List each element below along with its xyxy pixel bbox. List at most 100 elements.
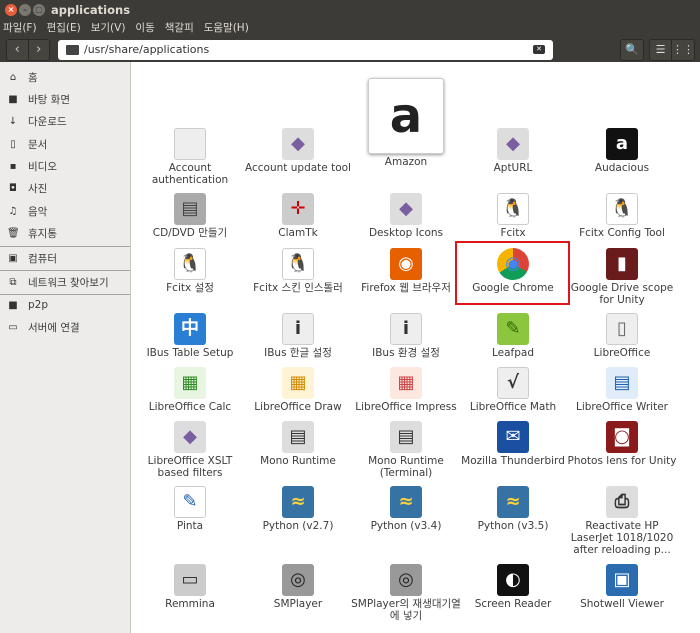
toolbar: ‹ › /usr/share/applications ✕ 🔍 ☰ ⋮⋮ (0, 38, 700, 62)
app-libreoffice-xslt-based-filters[interactable]: ◆ LibreOffice XSLT based filters (134, 421, 246, 479)
folder-icon: ■ (8, 93, 18, 105)
app-account-update-tool[interactable]: ◆ Account update tool (242, 128, 354, 174)
minimize-button[interactable]: – (19, 4, 31, 16)
app-icon: ◆ (497, 128, 529, 160)
app-cd-dvd[interactable]: ▤ CD/DVD 만들기 (134, 193, 246, 239)
app-label: AptURL (493, 162, 533, 174)
app-fcitx[interactable]: 🐧 Fcitx 설정 (134, 248, 246, 294)
app-label: LibreOffice XSLT based filters (147, 455, 233, 479)
app-icon: ▦ (390, 367, 422, 399)
sidebar-item-music[interactable]: ♫ 음악 (0, 201, 130, 221)
app-libreoffice-writer[interactable]: ▤ LibreOffice Writer (566, 367, 678, 413)
app-label: Mono Runtime (Terminal) (368, 455, 444, 479)
app-remmina[interactable]: ▭ Remmina (134, 564, 246, 610)
app-ibus[interactable]: i IBus 환경 설정 (350, 313, 462, 359)
app-mono-runtime-terminal[interactable]: ▤ Mono Runtime (Terminal) (350, 421, 462, 479)
menu-file[interactable]: 파일(F) (3, 20, 37, 38)
app-libreoffice-math[interactable]: √ LibreOffice Math (457, 367, 569, 413)
close-button[interactable]: × (5, 4, 17, 16)
search-button[interactable]: 🔍 (620, 39, 644, 61)
sidebar-label: 음악 (28, 205, 48, 218)
app-screen-reader[interactable]: ◐ Screen Reader (457, 564, 569, 610)
maximize-button[interactable]: □ (33, 4, 45, 16)
sidebar-item-p2p[interactable]: ■ p2p (0, 295, 130, 315)
app-amazon[interactable]: a Amazon (350, 78, 462, 168)
app-libreoffice-impress[interactable]: ▦ LibreOffice Impress (350, 367, 462, 413)
menu-help[interactable]: 도움말(H) (204, 20, 249, 38)
app-smplayer[interactable]: ◎ SMPlayer (242, 564, 354, 610)
sidebar-item-desktop[interactable]: ■ 바탕 화면 (0, 89, 130, 109)
menu-bookmarks[interactable]: 책갈피 (165, 20, 194, 38)
app-audacious[interactable]: a Audacious (566, 128, 678, 174)
app-icon: ≈ (390, 486, 422, 518)
home-icon: ⌂ (9, 71, 17, 83)
app-apturl[interactable]: ◆ AptURL (457, 128, 569, 174)
app-mozilla-thunderbird[interactable]: ✉ Mozilla Thunderbird (457, 421, 569, 467)
app-pinta[interactable]: ✎ Pinta (134, 486, 246, 532)
app-python-v3-4[interactable]: ≈ Python (v3.4) (350, 486, 462, 532)
app-icon: ⎙ (606, 486, 638, 518)
app-clamtk[interactable]: ✛ ClamTk (242, 193, 354, 239)
app-label: Amazon (384, 156, 428, 168)
app-label: Python (v3.4) (370, 520, 442, 532)
app-ibus[interactable]: i IBus 한글 설정 (242, 313, 354, 359)
sidebar-item-network[interactable]: ⧉ 네트워크 찾아보기 (0, 272, 130, 292)
menu-go[interactable]: 이동 (135, 20, 154, 38)
sidebar-item-downloads[interactable]: ↓ 다운로드 (0, 111, 130, 131)
sidebar-label: p2p (28, 299, 49, 311)
sidebar-item-videos[interactable]: ▪ 비디오 (0, 156, 130, 176)
app-photos-lens-for-unity[interactable]: ◙ Photos lens for Unity (566, 421, 678, 467)
app-label: LibreOffice Draw (254, 401, 342, 413)
app-label: LibreOffice (593, 347, 651, 359)
app-icon: ◆ (282, 128, 314, 160)
app-label: Desktop Icons (368, 227, 444, 239)
app-libreoffice-calc[interactable]: ▦ LibreOffice Calc (134, 367, 246, 413)
app-firefox[interactable]: ◉ Firefox 웹 브라우저 (350, 248, 462, 294)
sidebar-item-home[interactable]: ⌂ 홈 (0, 67, 130, 87)
sidebar-label: 다운로드 (28, 115, 67, 128)
app-leafpad[interactable]: ✎ Leafpad (457, 313, 569, 359)
app-label: Fcitx 스킨 인스톨러 (253, 282, 343, 294)
location-bar[interactable]: /usr/share/applications ✕ (58, 40, 553, 60)
app-label: Google Drive scope for Unity (570, 282, 674, 306)
app-label: Fcitx 설정 (166, 282, 214, 294)
app-python-v2-7[interactable]: ≈ Python (v2.7) (242, 486, 354, 532)
menu-edit[interactable]: 편집(E) (47, 20, 81, 38)
app-fcitx[interactable]: 🐧 Fcitx 스킨 인스톨러 (242, 248, 354, 294)
sidebar-item-computer[interactable]: ▣ 컴퓨터 (0, 248, 130, 268)
clear-icon[interactable]: ✕ (533, 45, 545, 54)
app-reactivate-hp-laserjet-1018-1020-after-reloading-p[interactable]: ⎙ Reactivate HP LaserJet 1018/1020 after … (566, 486, 678, 556)
app-smplayer[interactable]: ◎ SMPlayer의 재생대기열에 넣기 (350, 564, 462, 622)
menu-view[interactable]: 보기(V) (91, 20, 126, 38)
app-ibus-table-setup[interactable]: 中 IBus Table Setup (134, 313, 246, 359)
app-icon: 🐧 (497, 193, 529, 225)
forward-button[interactable]: › (29, 40, 50, 60)
app-icon: ▦ (174, 367, 206, 399)
app-label: Remmina (165, 598, 215, 610)
back-button[interactable]: ‹ (7, 40, 29, 60)
file-view: Account authentication ◆ Account update to… (131, 62, 700, 633)
app-account-authentication[interactable]: Account authentication (134, 128, 246, 186)
app-python-v3-5[interactable]: ≈ Python (v3.5) (457, 486, 569, 532)
app-icon: ≈ (282, 486, 314, 518)
grid-view-button[interactable]: ⋮⋮ (672, 40, 694, 60)
app-libreoffice[interactable]: ▯ LibreOffice (566, 313, 678, 359)
trash-icon: 🗑 (7, 227, 20, 239)
app-label: LibreOffice Impress (355, 401, 457, 413)
sidebar-item-documents[interactable]: ▯ 문서 (0, 134, 130, 154)
sidebar-item-connect-server[interactable]: ▭ 서버에 연결 (0, 317, 130, 337)
app-icon: a (606, 128, 638, 160)
app-label: Account authentication (151, 162, 229, 186)
app-label: Screen Reader (474, 598, 552, 610)
sidebar-item-trash[interactable]: 🗑 휴지통 (0, 223, 130, 243)
app-libreoffice-draw[interactable]: ▦ LibreOffice Draw (242, 367, 354, 413)
app-icon: 🐧 (174, 248, 206, 280)
app-desktop-icons[interactable]: ◆ Desktop Icons (350, 193, 462, 239)
app-shotwell-viewer[interactable]: ▣ Shotwell Viewer (566, 564, 678, 610)
app-mono-runtime[interactable]: ▤ Mono Runtime (242, 421, 354, 467)
list-view-button[interactable]: ☰ (650, 40, 672, 60)
app-fcitx[interactable]: 🐧 Fcitx (457, 193, 569, 239)
app-fcitx-config-tool[interactable]: 🐧 Fcitx Config Tool (566, 193, 678, 239)
sidebar-item-pictures[interactable]: ◘ 사진 (0, 178, 130, 198)
app-google-drive-scope-for-unity[interactable]: ▮ Google Drive scope for Unity (566, 248, 678, 306)
